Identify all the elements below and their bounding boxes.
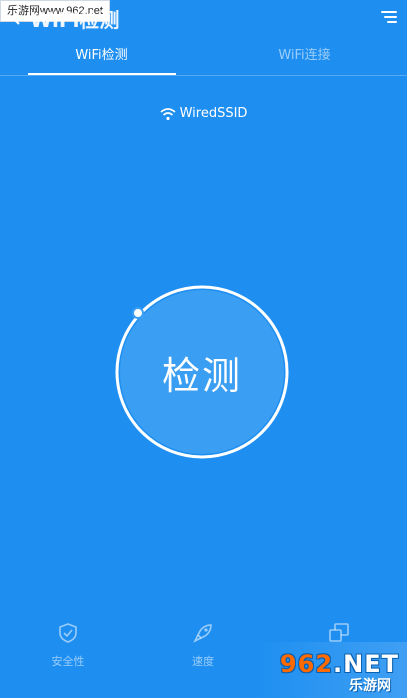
- tab-wifi-detect[interactable]: WiFi检测: [0, 36, 203, 76]
- ssid-row: WiredSSID: [0, 104, 407, 124]
- nav-speed-label: 速度: [192, 655, 214, 668]
- menu-icon[interactable]: [381, 8, 397, 24]
- watermark-site-name: 乐游网: [349, 678, 391, 694]
- detect-button[interactable]: 检测: [120, 290, 284, 454]
- detect-area: 检测: [110, 280, 294, 464]
- tab-bar: WiFi检测 WiFi连接: [0, 36, 407, 76]
- tab-wifi-connect[interactable]: WiFi连接: [203, 36, 406, 76]
- watermark-logo: 962.NET: [279, 650, 399, 678]
- nav-security[interactable]: 安全性: [8, 620, 128, 676]
- rocket-icon: [192, 622, 214, 644]
- nav-speed[interactable]: 速度: [143, 620, 263, 676]
- devices-icon: [328, 622, 350, 644]
- wifi-icon: [160, 107, 176, 121]
- app-title: WiFi检测: [30, 8, 120, 32]
- nav-security-label: 安全性: [51, 655, 85, 668]
- watermark-bottom: 962.NET 乐游网: [257, 642, 407, 698]
- ssid-name: WiredSSID: [179, 106, 248, 121]
- back-arrow-icon[interactable]: [8, 10, 24, 26]
- top-bar: WiFi检测: [0, 0, 407, 36]
- tabs-divider: [0, 75, 407, 76]
- shield-check-icon: [57, 622, 79, 644]
